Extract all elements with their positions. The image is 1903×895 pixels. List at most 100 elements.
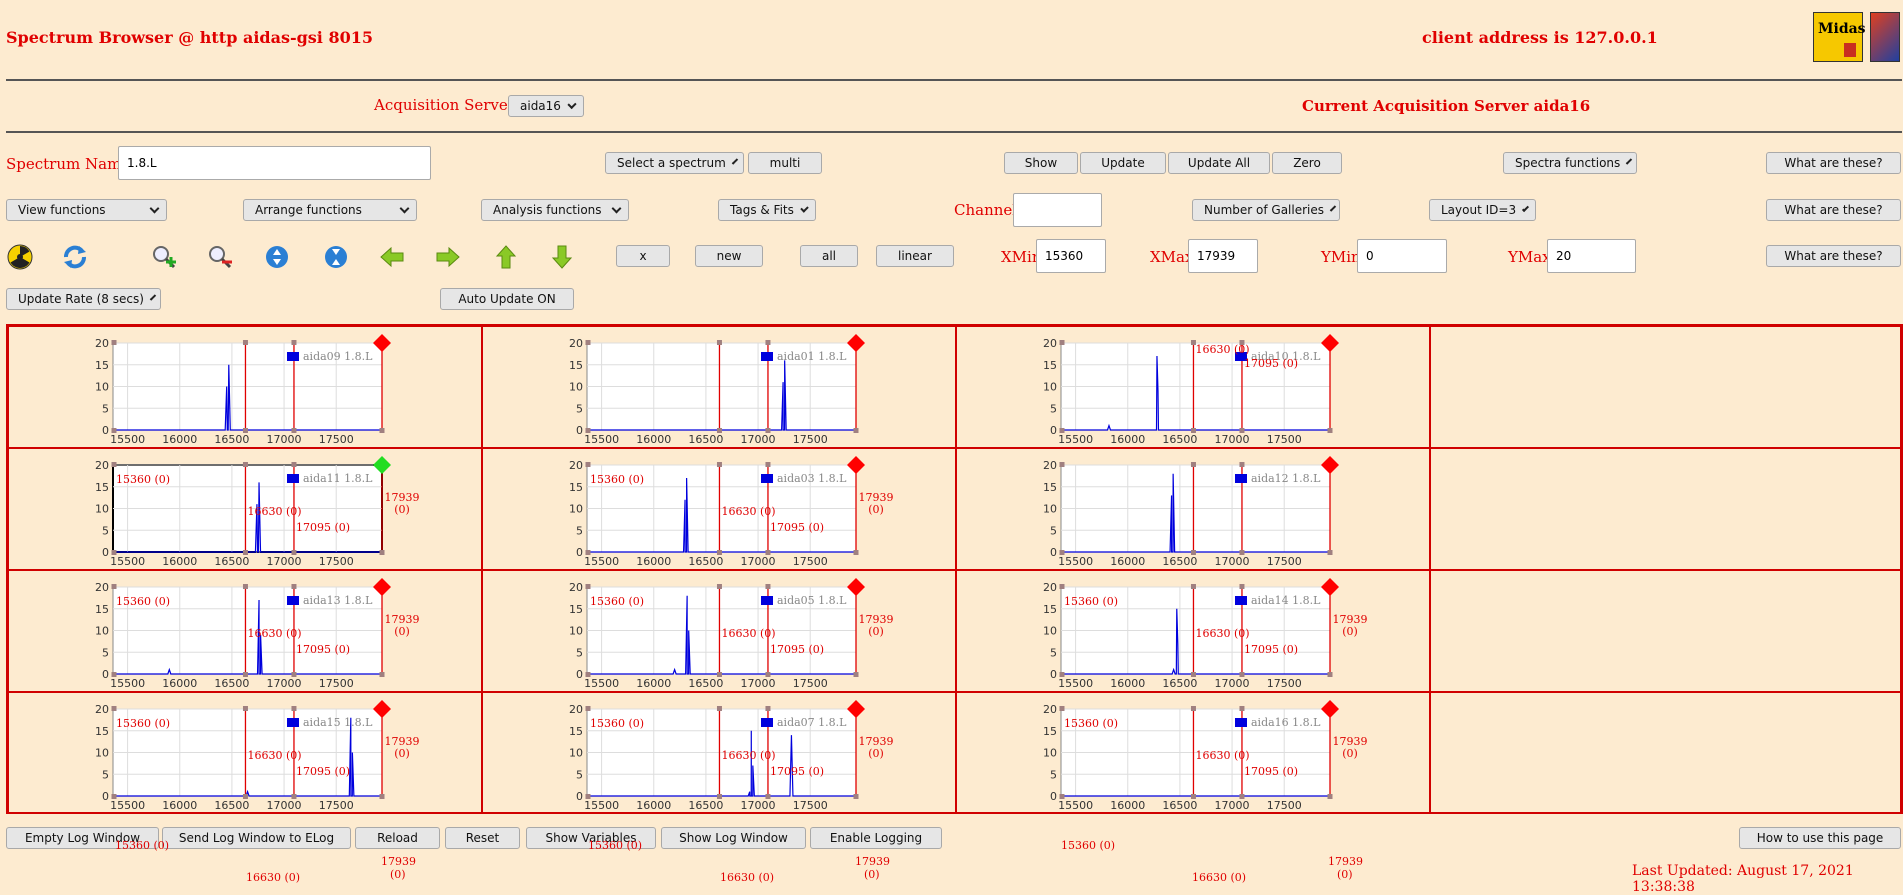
gallery-cell[interactable]: 15500 16000 16500 17000 17500 0 5 10 15 20 aida11 …	[8, 448, 482, 570]
what-are-these-button-2[interactable]: What are these?	[1766, 199, 1901, 221]
y-tick-label: 15	[1043, 359, 1057, 372]
x-tick-label: 17500	[793, 677, 828, 690]
gallery-cell[interactable]: 15500 16000 16500 17000 17500 0 5 10 15 20 aida09 …	[8, 326, 482, 448]
arrange-functions-dropdown[interactable]: Arrange functions	[243, 199, 417, 221]
x-tick-label: 16000	[162, 677, 197, 690]
marker-annotation: 15360 (0)	[590, 595, 644, 608]
marker-annotation: 16630 (0)	[721, 627, 775, 640]
marker-handle	[291, 340, 297, 345]
arrow-up-icon[interactable]	[493, 244, 519, 270]
x-tick-label: 17500	[1267, 433, 1302, 446]
spectrum-plot: 15500 16000 16500 17000 1750005101520aida10 …	[1043, 334, 1339, 446]
y-tick-label: 15	[569, 725, 583, 738]
gallery-cell[interactable]: 15500 16000 16500 17000 17500 0 5 10 15 20 aida13 …	[8, 570, 482, 692]
marker-annotation: 17095 (0)	[770, 643, 824, 656]
marker-handle	[1059, 428, 1065, 433]
y-tick-label: 0	[1050, 546, 1057, 559]
update-all-button[interactable]: Update All	[1168, 152, 1270, 174]
zoom-out-icon[interactable]	[207, 244, 233, 270]
select-spectrum-dropdown[interactable]: Select a spectrum	[605, 152, 744, 174]
y-tick-label: 5	[1050, 768, 1057, 781]
arrow-down-icon[interactable]	[549, 244, 575, 270]
arrow-right-icon[interactable]	[435, 244, 461, 270]
marker-handle	[765, 672, 771, 677]
marker-annotation: 16630 (0)	[1195, 749, 1249, 762]
compress-vertical-icon[interactable]	[323, 244, 349, 270]
x-tick-label: 17000	[267, 433, 302, 446]
reset-button[interactable]: Reset	[445, 827, 520, 849]
expand-vertical-icon[interactable]	[264, 244, 290, 270]
update-button[interactable]: Update	[1080, 152, 1166, 174]
gallery-cell[interactable]: 15500 16000 16500 17000 17500 0 5 10 15 20 aida14 …	[956, 570, 1430, 692]
marker-annotation: (0)	[868, 625, 884, 638]
gallery-cell[interactable]: 15500 16000 16500 17000 17500 0 5 10 15 20 aida16 …	[956, 692, 1430, 814]
xmax-input[interactable]: 17939	[1188, 239, 1258, 273]
arrow-left-icon[interactable]	[379, 244, 405, 270]
marker-annotation: 15360 (0)	[590, 717, 644, 730]
zoom-in-icon[interactable]	[151, 244, 177, 270]
gallery-cell[interactable]	[1430, 692, 1901, 814]
spectra-functions-dropdown[interactable]: Spectra functions	[1503, 152, 1637, 174]
marker-annotation: 16630 (0)	[247, 505, 301, 518]
ymax-input[interactable]: 20	[1547, 239, 1636, 273]
legend-label: aida16 1.8.L	[1251, 716, 1321, 729]
multi-button[interactable]: multi	[748, 152, 822, 174]
marker-handle	[242, 794, 248, 799]
legend-label: aida07 1.8.L	[777, 716, 847, 729]
ymin-label: YMin	[1321, 248, 1361, 266]
layout-id-dropdown[interactable]: Layout ID=3	[1429, 199, 1536, 221]
marker-handle	[291, 550, 297, 555]
linear-button[interactable]: linear	[876, 245, 954, 267]
gallery-cell[interactable]: 15500 16000 16500 17000 17500 0 5 10 15 20 aida01 …	[482, 326, 956, 448]
x-button[interactable]: x	[616, 245, 670, 267]
gallery-cell[interactable]	[1430, 570, 1901, 692]
gallery-cell[interactable]: 15500 16000 16500 17000 17500 0 5 10 15 20 aida07 …	[482, 692, 956, 814]
all-button[interactable]: all	[800, 245, 858, 267]
y-tick-label: 5	[576, 524, 583, 537]
legend-swatch	[761, 474, 773, 483]
auto-update-button[interactable]: Auto Update ON	[440, 288, 574, 310]
reload-button[interactable]: Reload	[355, 827, 440, 849]
what-are-these-button-3[interactable]: What are these?	[1766, 245, 1901, 267]
y-tick-label: 10	[569, 747, 583, 760]
marker-annotation: 16630 (0)	[1195, 343, 1249, 356]
acquisition-servers-label: Acquisition Servers	[374, 96, 523, 114]
how-to-use-button[interactable]: How to use this page	[1739, 827, 1901, 849]
marker-annotation: (0)	[1342, 747, 1358, 760]
gallery-cell[interactable]: 15500 16000 16500 17000 17500 0 5 10 15 20 aida12 …	[956, 448, 1430, 570]
marker-annotation: (0)	[394, 747, 410, 760]
y-tick-label: 20	[569, 459, 583, 472]
x-tick-label: 16500	[688, 677, 723, 690]
update-rate-dropdown[interactable]: Update Rate (8 secs)	[6, 288, 161, 310]
gallery-cell[interactable]: 15500 16000 16500 17000 17500 0 5 10 15 20 aida03 …	[482, 448, 956, 570]
send-log-to-elog-button[interactable]: Send Log Window to ELog	[162, 827, 351, 849]
gallery-cell[interactable]: 15500 16000 16500 17000 17500 0 5 10 15 20 aida10 …	[956, 326, 1430, 448]
number-of-galleries-dropdown[interactable]: Number of Galleries	[1192, 199, 1340, 221]
analysis-functions-dropdown[interactable]: Analysis functions	[481, 199, 629, 221]
spectrum-name-input[interactable]: 1.8.L	[118, 146, 431, 180]
what-are-these-button-1[interactable]: What are these?	[1766, 152, 1901, 174]
enable-logging-button[interactable]: Enable Logging	[810, 827, 942, 849]
view-functions-dropdown[interactable]: View functions	[6, 199, 167, 221]
channel-input[interactable]	[1013, 193, 1102, 227]
gallery-cell[interactable]: 15500 16000 16500 17000 17500 0 5 10 15 20 aida15 …	[8, 692, 482, 814]
acquisition-server-select[interactable]: aida16	[508, 95, 584, 117]
gallery-cell[interactable]: 15500 16000 16500 17000 17500 0 5 10 15 20 aida05 …	[482, 570, 956, 692]
radiation-icon[interactable]	[7, 244, 33, 270]
legend-swatch	[287, 718, 299, 727]
gallery-cell[interactable]	[1430, 326, 1901, 448]
gallery-cell[interactable]	[1430, 448, 1901, 570]
ymin-input[interactable]: 0	[1357, 239, 1447, 273]
y-tick-label: 5	[576, 402, 583, 415]
zero-button[interactable]: Zero	[1272, 152, 1342, 174]
xmin-input[interactable]: 15360	[1036, 239, 1106, 273]
x-tick-label: 16000	[162, 799, 197, 812]
tags-fits-dropdown[interactable]: Tags & Fits	[718, 199, 816, 221]
marker-handle	[765, 706, 771, 711]
x-tick-label: 17500	[1267, 677, 1302, 690]
refresh-icon[interactable]	[62, 244, 88, 270]
y-tick-label: 20	[569, 703, 583, 716]
show-log-window-button[interactable]: Show Log Window	[661, 827, 806, 849]
show-button[interactable]: Show	[1004, 152, 1078, 174]
new-button[interactable]: new	[695, 245, 763, 267]
